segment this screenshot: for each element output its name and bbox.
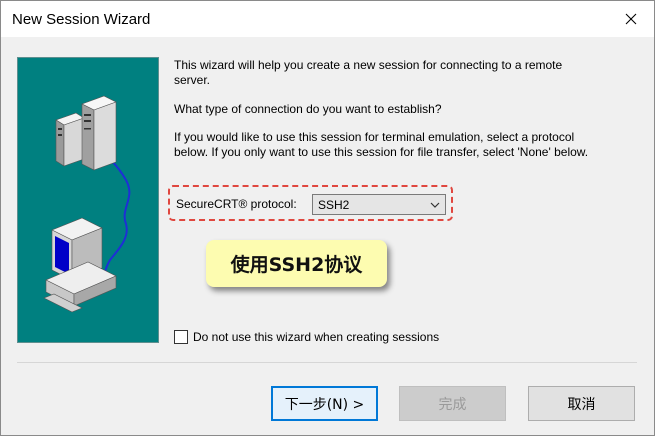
close-icon <box>625 13 637 25</box>
separator <box>17 362 637 363</box>
server-tower-icon <box>55 95 117 171</box>
protocol-dropdown[interactable]: SSH2 <box>312 194 446 215</box>
chevron-down-icon <box>430 202 440 208</box>
wizard-illustration <box>17 57 159 343</box>
computer-icon <box>43 217 117 313</box>
finish-button[interactable]: 完成 <box>399 386 506 421</box>
title-bar: New Session Wizard <box>1 1 654 37</box>
cancel-button[interactable]: 取消 <box>528 386 635 421</box>
skip-wizard-checkbox[interactable] <box>174 330 188 344</box>
skip-wizard-label: Do not use this wizard when creating ses… <box>193 330 440 344</box>
callout-text: 使用SSH2协议 <box>230 254 363 276</box>
intro-text: This wizard will help you create a new s… <box>174 58 563 87</box>
protocol-selected-value: SSH2 <box>318 198 350 212</box>
next-button[interactable]: 下一步(N) > <box>271 386 378 421</box>
wizard-window: New Session Wizard This wizard will help… <box>0 0 655 436</box>
window-title: New Session Wizard <box>12 11 151 28</box>
skip-wizard-option[interactable]: Do not use this wizard when creating ses… <box>174 329 439 345</box>
annotation-callout: 使用SSH2协议 <box>206 240 387 287</box>
close-button[interactable] <box>608 1 654 37</box>
question-text: What type of connection do you want to e… <box>174 102 442 116</box>
protocol-highlight: SecureCRT® protocol: SSH2 <box>168 185 453 221</box>
instructions-text: If you would like to use this session fo… <box>174 130 589 159</box>
protocol-label: SecureCRT® protocol: <box>176 197 297 211</box>
